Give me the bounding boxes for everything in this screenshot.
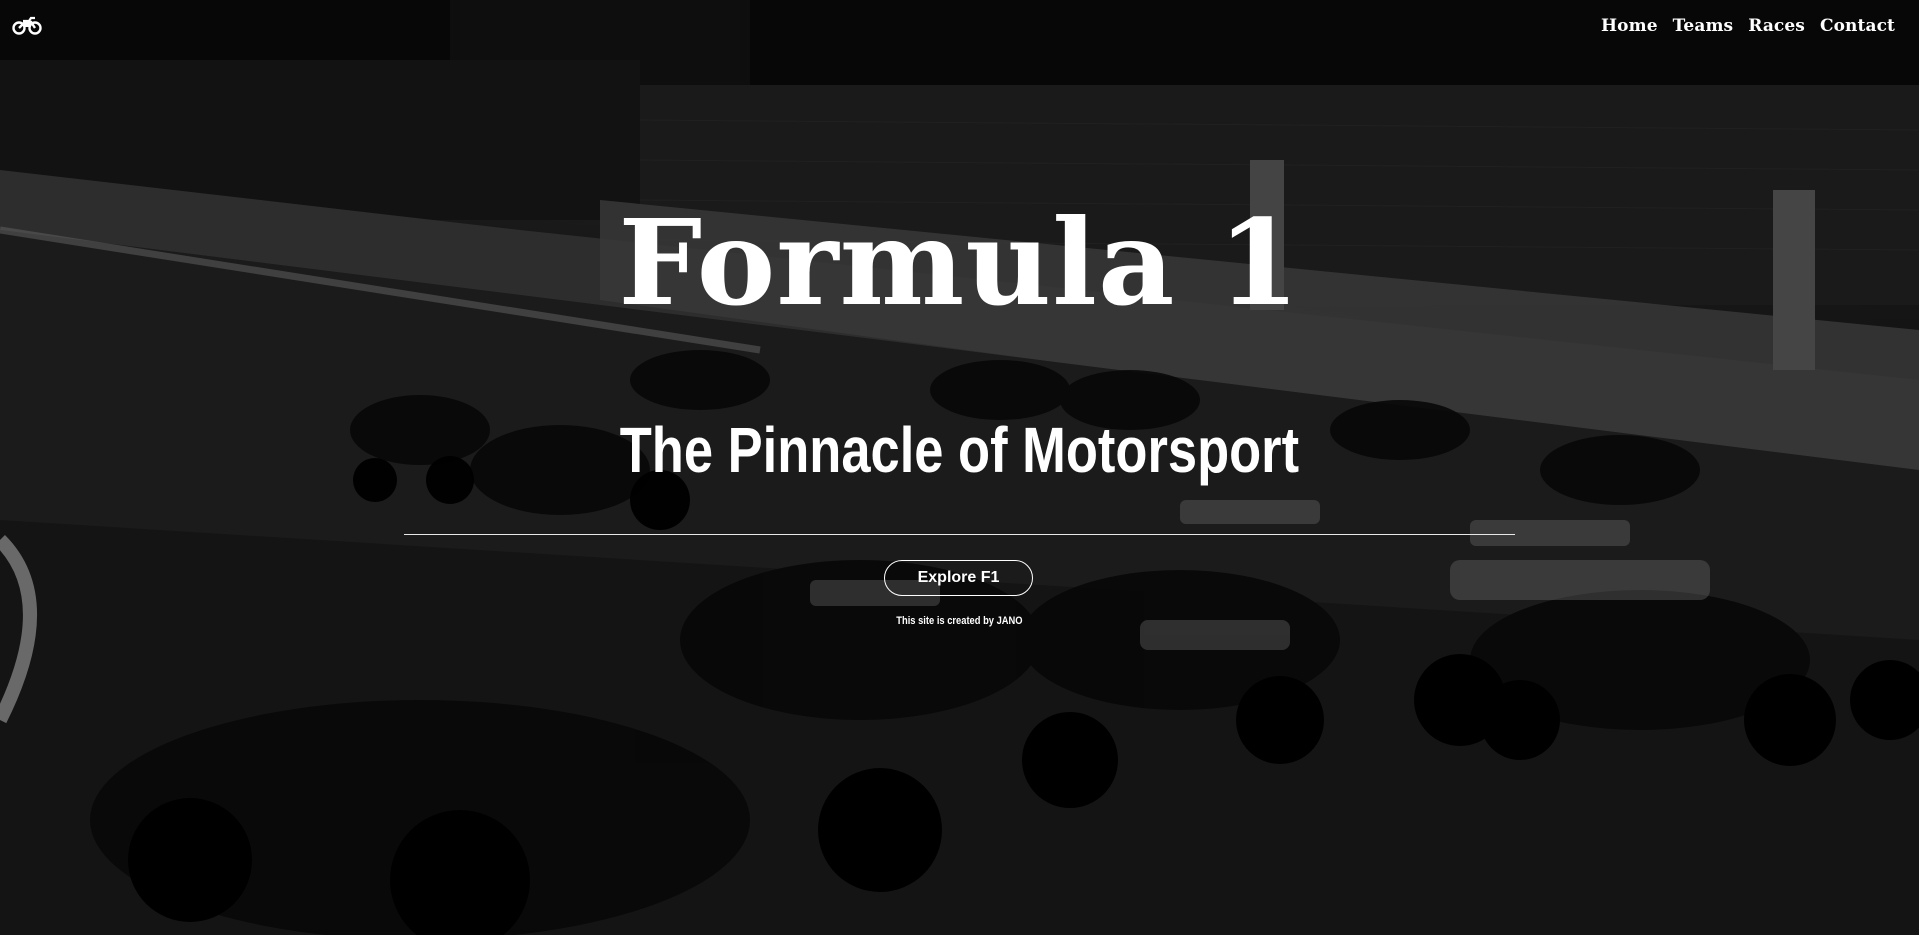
site-credit: This site is created by JANO bbox=[896, 615, 1023, 627]
divider bbox=[404, 534, 1515, 535]
nav-contact-link[interactable]: Contact bbox=[1820, 16, 1895, 36]
nav-home-link[interactable]: Home bbox=[1601, 16, 1658, 36]
hero-subtitle: The Pinnacle of Motorsport bbox=[619, 414, 1300, 486]
hero-section: Home Teams Races Contact Formula 1 The P… bbox=[0, 0, 1919, 935]
main-nav: Home Teams Races Contact bbox=[1601, 16, 1895, 36]
nav-races-link[interactable]: Races bbox=[1748, 16, 1805, 36]
explore-f1-button[interactable]: Explore F1 bbox=[884, 560, 1033, 596]
motorcycle-icon[interactable] bbox=[12, 14, 42, 36]
nav-teams-link[interactable]: Teams bbox=[1673, 16, 1734, 36]
hero-title: Formula 1 bbox=[618, 193, 1301, 332]
